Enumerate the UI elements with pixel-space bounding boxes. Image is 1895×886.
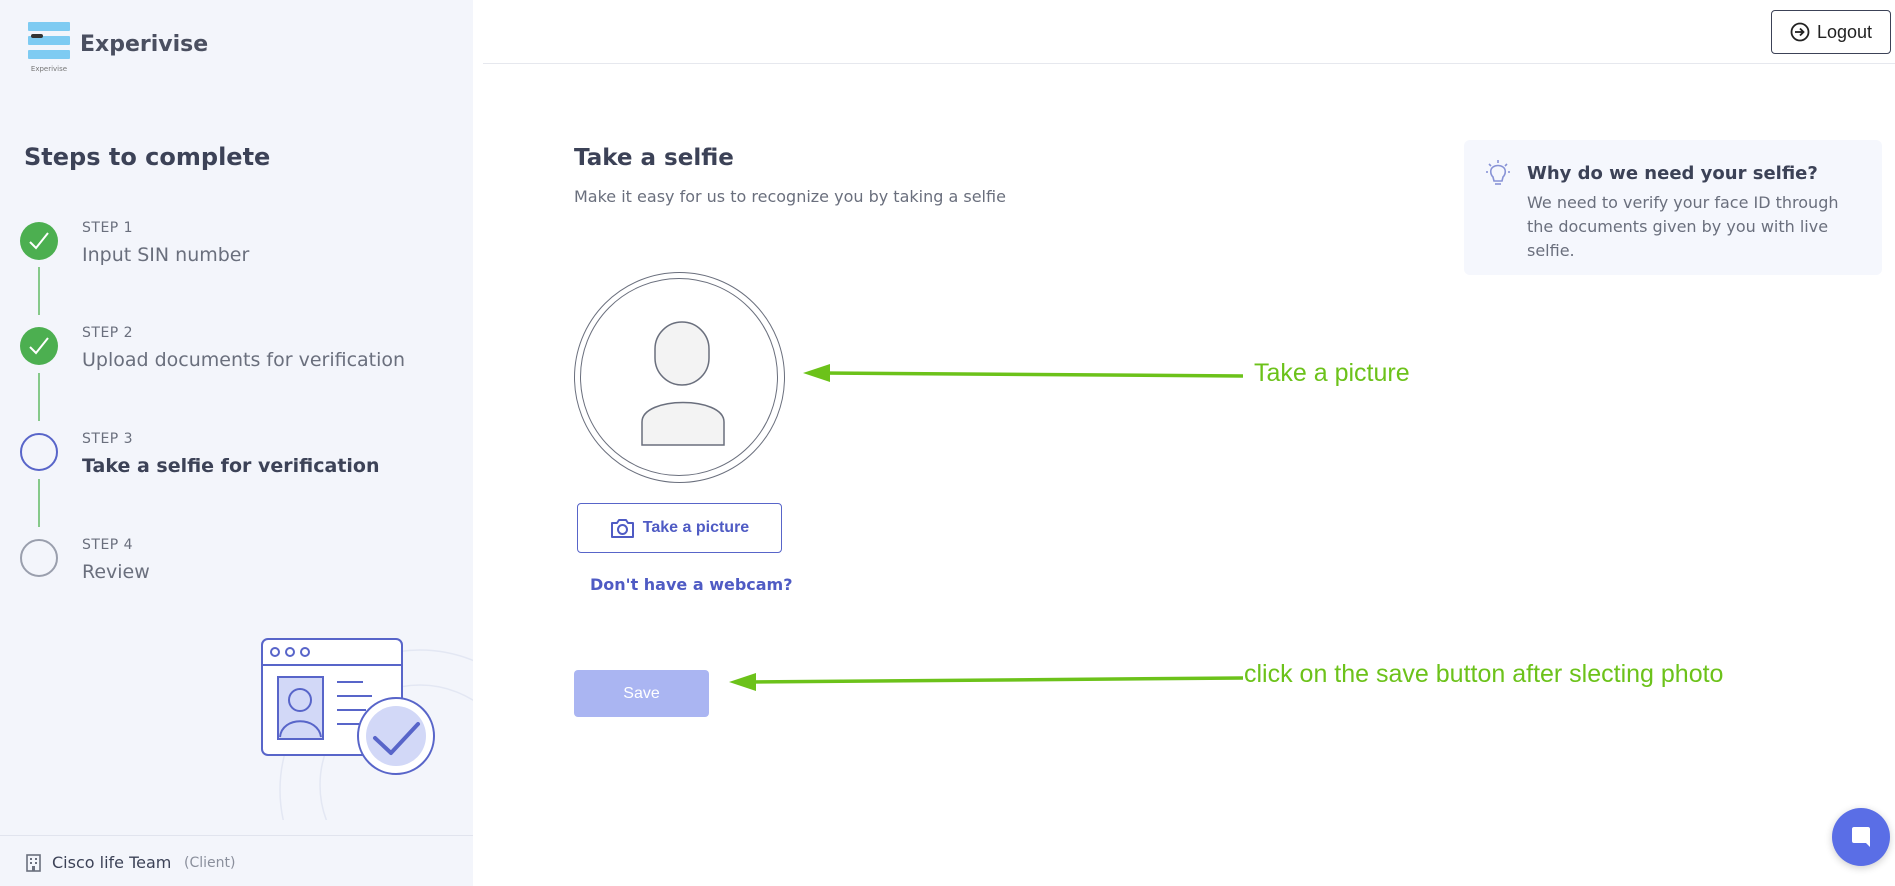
annotation-save: click on the save button after slecting … <box>1244 660 1724 688</box>
chat-icon <box>1852 827 1870 847</box>
annotation-take-picture: Take a picture <box>1254 359 1410 387</box>
annotation-arrows <box>729 364 1244 691</box>
chat-button[interactable] <box>1832 808 1890 866</box>
